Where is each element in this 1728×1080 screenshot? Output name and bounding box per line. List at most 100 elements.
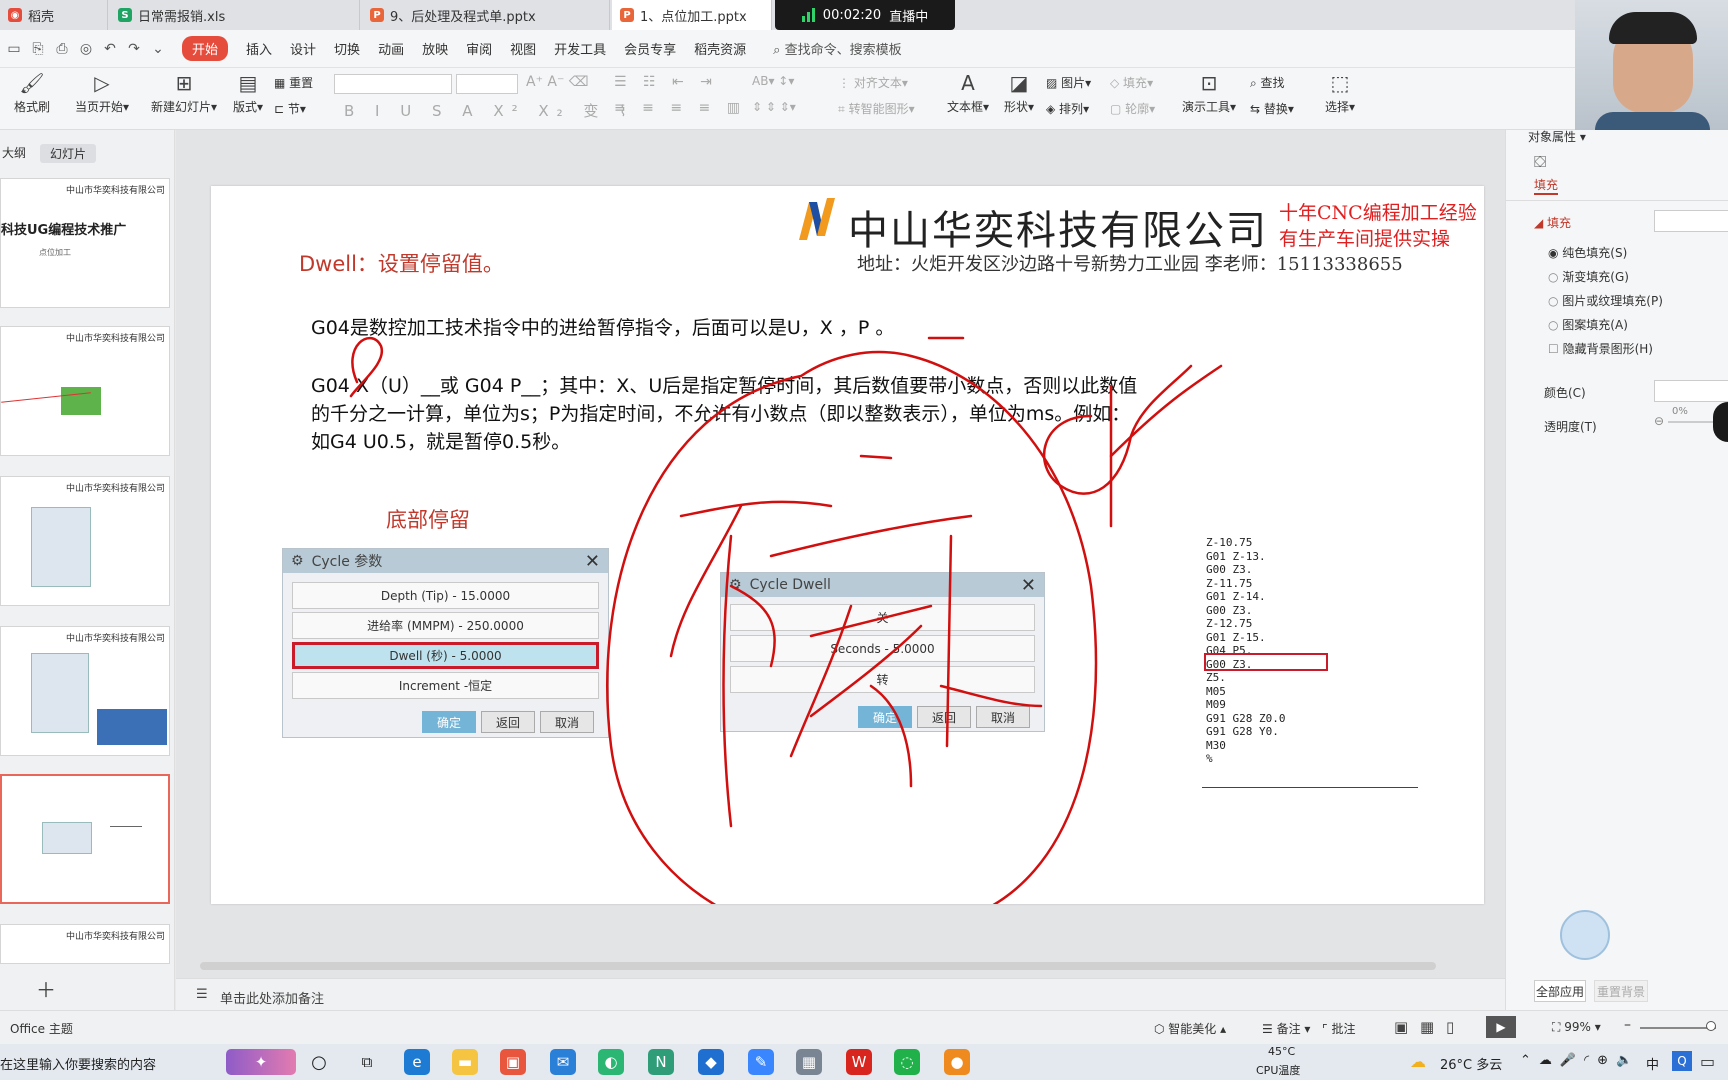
command-search[interactable]: ⌕ 查找命令、搜索模板 [773, 39, 901, 58]
shape-button[interactable]: ◪ 形状▾ [998, 70, 1040, 115]
notes-button[interactable]: ☰ 备注 ▾ [1262, 1020, 1310, 1037]
color-picker[interactable] [1654, 380, 1728, 402]
reset-background-button[interactable]: 重置背景 [1594, 980, 1648, 1002]
ime-indicator[interactable]: 中 [1646, 1054, 1659, 1073]
add-slide-icon[interactable]: ＋ [36, 974, 56, 1003]
arrange-button[interactable]: ◈ 排列▾ [1046, 100, 1089, 117]
layout-button[interactable]: ▤ 版式▾ [228, 70, 268, 115]
slide-sorter-icon[interactable]: ▦ [1420, 1018, 1434, 1036]
list-icons[interactable]: ☰ ☷ ⇤ ⇥ [614, 74, 718, 90]
tray-app-icon[interactable]: Q [1672, 1051, 1692, 1071]
preview-icon[interactable]: ◎ [76, 39, 96, 59]
tab-slides[interactable]: 幻灯片 [40, 144, 97, 163]
app-icon[interactable]: ✎ [748, 1049, 774, 1075]
hide-background-checkbox[interactable]: ☐ 隐藏背景图形(H) [1548, 340, 1653, 357]
menu-review[interactable]: 审阅 [466, 36, 492, 61]
tray-icons[interactable]: ⌃☁🎤◜⊕🔈 [1520, 1053, 1640, 1068]
tab-outline[interactable]: 大纲 [2, 144, 26, 161]
font-size-grow-icon[interactable]: A⁺ A⁻ ⌫ [526, 74, 589, 90]
wechat-icon[interactable]: ◌ [894, 1049, 920, 1075]
select-button[interactable]: ⬚ 选择▾ [1320, 70, 1360, 115]
more-icon[interactable]: ⌄ [148, 39, 168, 59]
reset-button[interactable]: ▦ 重置 [274, 74, 313, 91]
section-button[interactable]: ⊏ 节▾ [274, 100, 306, 117]
zoom-level[interactable]: ⛶ 99% ▾ [1552, 1020, 1601, 1035]
slide-canvas[interactable]: 中山华奕科技有限公司 十年CNC编程加工经验 有生产车间提供实操 地址：火炬开发… [211, 186, 1484, 904]
save-icon[interactable]: ▭ [4, 39, 24, 59]
align-text-button[interactable]: ⋮ 对齐文本▾ [838, 74, 908, 91]
app-icon[interactable]: ◐ [598, 1049, 624, 1075]
replace-button[interactable]: ⇆ 替换▾ [1250, 100, 1294, 117]
slide-thumbnail-selected[interactable] [0, 774, 170, 904]
menu-home[interactable]: 开始 [182, 36, 229, 61]
slide-thumbnail[interactable]: 中山市华奕科技有限公司 科技UG编程技术推广 点位加工 [0, 178, 170, 308]
font-size-combo[interactable] [456, 74, 518, 94]
find-button[interactable]: ⌕ 查找 [1250, 74, 1285, 91]
new-slide-button[interactable]: ⊞ 新建幻灯片▾ [148, 70, 220, 115]
reading-view-icon[interactable]: ▯ [1446, 1018, 1454, 1036]
menu-member[interactable]: 会员专享 [624, 36, 676, 61]
slide-thumbnail[interactable]: 中山市华奕科技有限公司 [0, 626, 170, 756]
format-painter-button[interactable]: 🖌 格式刷 [8, 70, 56, 115]
smart-art-button[interactable]: ⌗ 转智能图形▾ [838, 100, 915, 117]
menu-view[interactable]: 视图 [510, 36, 536, 61]
task-view-icon[interactable]: ⧉ [354, 1049, 380, 1075]
notes-pane[interactable]: ☰ 单击此处添加备注 [176, 978, 1505, 1010]
play-slideshow-icon[interactable]: ▶ [1486, 1016, 1516, 1038]
edge-icon[interactable]: e [404, 1049, 430, 1075]
nx-icon[interactable]: N [648, 1049, 674, 1075]
normal-view-icon[interactable]: ▣ [1394, 1018, 1408, 1036]
recorder-icon[interactable]: ● [944, 1049, 970, 1075]
menu-insert[interactable]: 插入 [246, 36, 272, 61]
tab-spreadsheet[interactable]: S 日常需报销.xls [110, 0, 360, 30]
assistant-avatar[interactable] [1560, 910, 1610, 960]
horizontal-scrollbar[interactable] [200, 962, 1436, 970]
undo-icon[interactable]: ↶ [100, 39, 120, 59]
textbox-button[interactable]: A 文本框▾ [942, 70, 994, 115]
smart-beautify-button[interactable]: ⬡ 智能美化 ▴ [1154, 1020, 1226, 1037]
export-icon[interactable]: ⎘ [28, 39, 48, 59]
menu-design[interactable]: 设计 [290, 36, 316, 61]
fill-option-gradient[interactable]: ○ 渐变填充(G) [1548, 268, 1629, 285]
menu-transition[interactable]: 切换 [334, 36, 360, 61]
search-highlight-icon[interactable]: ✦ [226, 1049, 296, 1075]
fill-section-title[interactable]: ◢ 填充 [1534, 214, 1571, 231]
app-icon[interactable]: ◆ [698, 1049, 724, 1075]
play-current-button[interactable]: ▷ 当页开始▾ [70, 70, 134, 115]
text-direction-icon[interactable]: AB▾ ↕▾ [752, 74, 794, 88]
weather-text[interactable]: 26°C 多云 [1440, 1054, 1502, 1073]
zoom-slider-thumb[interactable] [1706, 1021, 1716, 1031]
comment-button[interactable]: ⌜ 批注 [1322, 1020, 1355, 1037]
fill-button[interactable]: ◇ 填充▾ [1110, 74, 1153, 91]
menu-slideshow[interactable]: 放映 [422, 36, 448, 61]
wps-icon[interactable]: W [846, 1049, 872, 1075]
presenter-tools-button[interactable]: ⊡ 演示工具▾ [1178, 70, 1240, 115]
fill-bucket-icon[interactable]: ⛋ [1534, 152, 1546, 172]
align-icons[interactable]: ≡ ≡ ≡ ≡ ▥ [614, 100, 746, 116]
print-icon[interactable]: ⎙ [52, 39, 72, 59]
menu-animation[interactable]: 动画 [378, 36, 404, 61]
zoom-out-icon[interactable]: – [1624, 1017, 1631, 1033]
redo-icon[interactable]: ↷ [124, 39, 144, 59]
picture-button[interactable]: ▨ 图片▾ [1046, 74, 1091, 91]
floating-tool-button[interactable] [1713, 402, 1728, 442]
slide-thumbnail[interactable]: 中山市华奕科技有限公司 [0, 326, 170, 456]
font-name-combo[interactable] [334, 74, 452, 94]
menu-docer-resources[interactable]: 稻壳资源 [694, 36, 746, 61]
taskbar-search[interactable]: 在这里输入你要搜索的内容 [0, 1054, 156, 1073]
fill-option-picture[interactable]: ○ 图片或纹理填充(P) [1548, 292, 1663, 309]
line-spacing-icon[interactable]: ⇕ ⇕ ⇕▾ [752, 100, 796, 114]
tab-point-machining[interactable]: P 1、点位加工.pptx [612, 0, 772, 30]
fill-option-solid[interactable]: ◉ 纯色填充(S) [1548, 244, 1627, 261]
calculator-icon[interactable]: ▦ [796, 1049, 822, 1075]
menu-developer[interactable]: 开发工具 [554, 36, 606, 61]
mail-icon[interactable]: ✉ [550, 1049, 576, 1075]
apply-all-button[interactable]: 全部应用 [1534, 980, 1586, 1002]
minus-icon[interactable]: ⊖ [1654, 414, 1664, 428]
outline-button[interactable]: ▢ 轮廓▾ [1110, 100, 1155, 117]
zoom-slider[interactable] [1640, 1027, 1716, 1029]
notification-icon[interactable]: ▭ [1700, 1052, 1715, 1071]
tab-fill[interactable]: 填充 [1534, 176, 1559, 195]
fill-option-pattern[interactable]: ○ 图案填充(A) [1548, 316, 1628, 333]
file-explorer-icon[interactable]: ▬ [452, 1049, 478, 1075]
